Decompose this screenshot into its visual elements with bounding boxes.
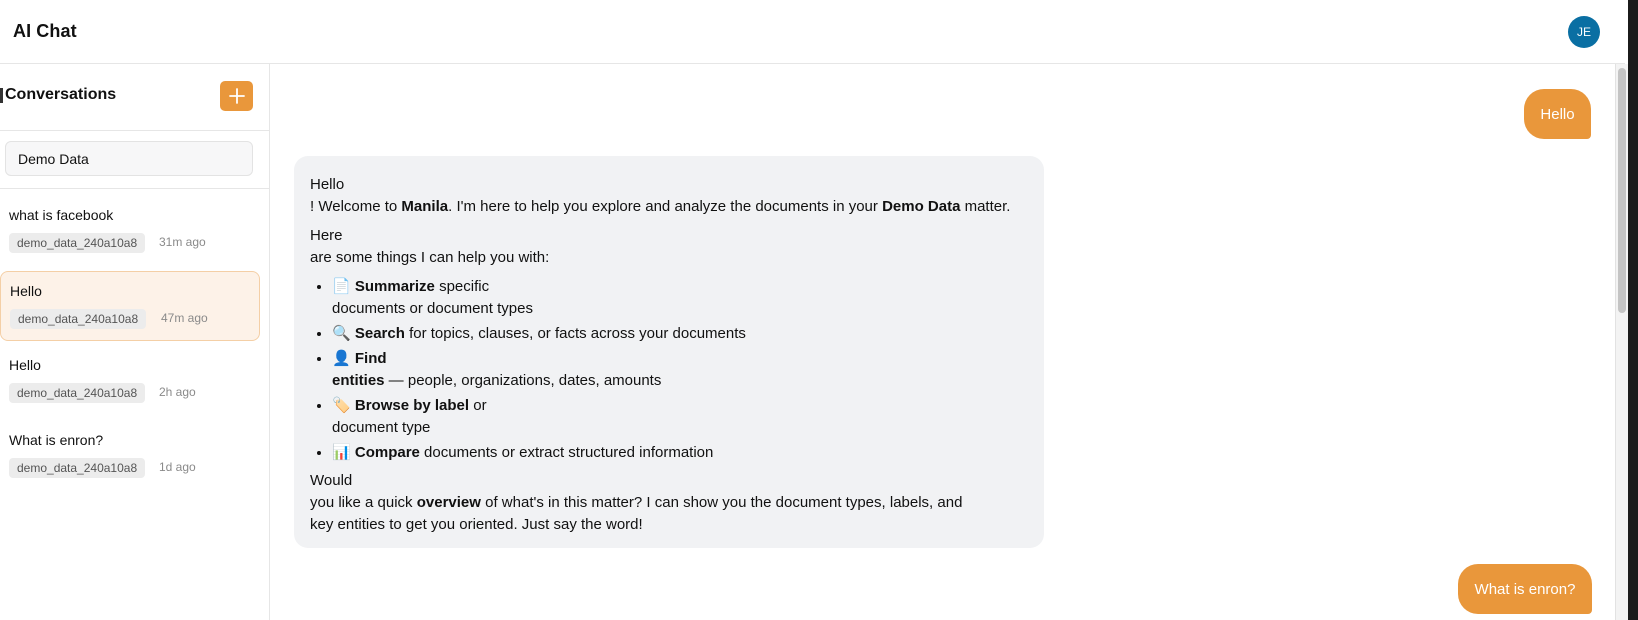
app-title: AI Chat [13,21,77,41]
assistant-text: Would [310,472,353,489]
sidebar-header: Conversations [0,64,269,131]
capability-list: 📄 Summarize specificdocuments or documen… [310,275,1028,464]
list-item: 🏷️ Browse by label ordocument type [332,394,1028,439]
conversation-title: Hello [10,283,42,299]
conversation-item[interactable]: What is enron? demo_data_240a10a8 1d ago [0,421,260,491]
document-icon: 📄 [332,277,351,295]
conversation-time: 47m ago [161,311,208,325]
sidebar-title: Conversations [5,86,117,103]
assistant-message-bubble: Hello ! Welcome to Manila. I'm here to h… [294,156,1044,548]
assistant-text: key entities to get you oriented. Just s… [310,516,643,533]
chat-thread: Hello Hello ! Welcome to Manila. I'm her… [270,64,1615,620]
assistant-text: Here [310,227,343,244]
list-item: 🔍 Search for topics, clauses, or facts a… [332,322,1028,345]
conversation-tag: demo_data_240a10a8 [9,383,146,403]
assistant-text: you like a quick overview of what's in t… [310,494,963,511]
list-item: 👤 Findentities — people, organizations, … [332,347,1028,392]
user-avatar[interactable]: JE [1568,16,1600,48]
user-message-bubble: Hello [1524,89,1591,139]
new-conversation-button[interactable] [220,81,253,111]
scrollbar-thumb[interactable] [1618,68,1626,313]
user-message-bubble: What is enron? [1458,564,1592,614]
collapse-handle[interactable] [0,88,3,103]
list-item: 📄 Summarize specificdocuments or documen… [332,275,1028,320]
matter-filter-input[interactable] [5,141,253,176]
conversation-title: What is enron? [9,432,104,448]
conversation-item[interactable]: Hello demo_data_240a10a8 2h ago [0,346,260,416]
conversation-tag: demo_data_240a10a8 [10,309,147,329]
conversation-time: 2h ago [159,385,196,399]
conversation-title: what is facebook [9,207,114,223]
assistant-text: are some things I can help you with: [310,249,550,266]
assistant-text: ! Welcome to Manila. I'm here to help yo… [310,198,1011,215]
window-edge [1628,0,1638,620]
conversation-item-active[interactable]: Hello demo_data_240a10a8 47m ago [0,271,260,341]
conversations-sidebar: Conversations what is facebook demo_data… [0,64,270,620]
conversation-title: Hello [9,357,41,373]
chart-icon: 📊 [332,443,351,461]
person-icon: 👤 [332,349,351,367]
chat-scrollbar[interactable] [1615,64,1628,620]
assistant-text: Hello [310,176,345,193]
conversation-tag: demo_data_240a10a8 [9,458,146,478]
plus-icon [228,88,245,104]
conversation-tag: demo_data_240a10a8 [9,233,146,253]
list-item: 📊 Compare documents or extract structure… [332,441,1028,464]
conversation-time: 31m ago [159,235,206,249]
app-header: AI Chat JE [0,0,1625,64]
search-icon: 🔍 [332,324,351,342]
sidebar-divider [0,188,269,189]
conversation-item[interactable]: what is facebook demo_data_240a10a8 31m … [0,196,260,266]
label-icon: 🏷️ [332,396,351,414]
conversation-time: 1d ago [159,460,196,474]
